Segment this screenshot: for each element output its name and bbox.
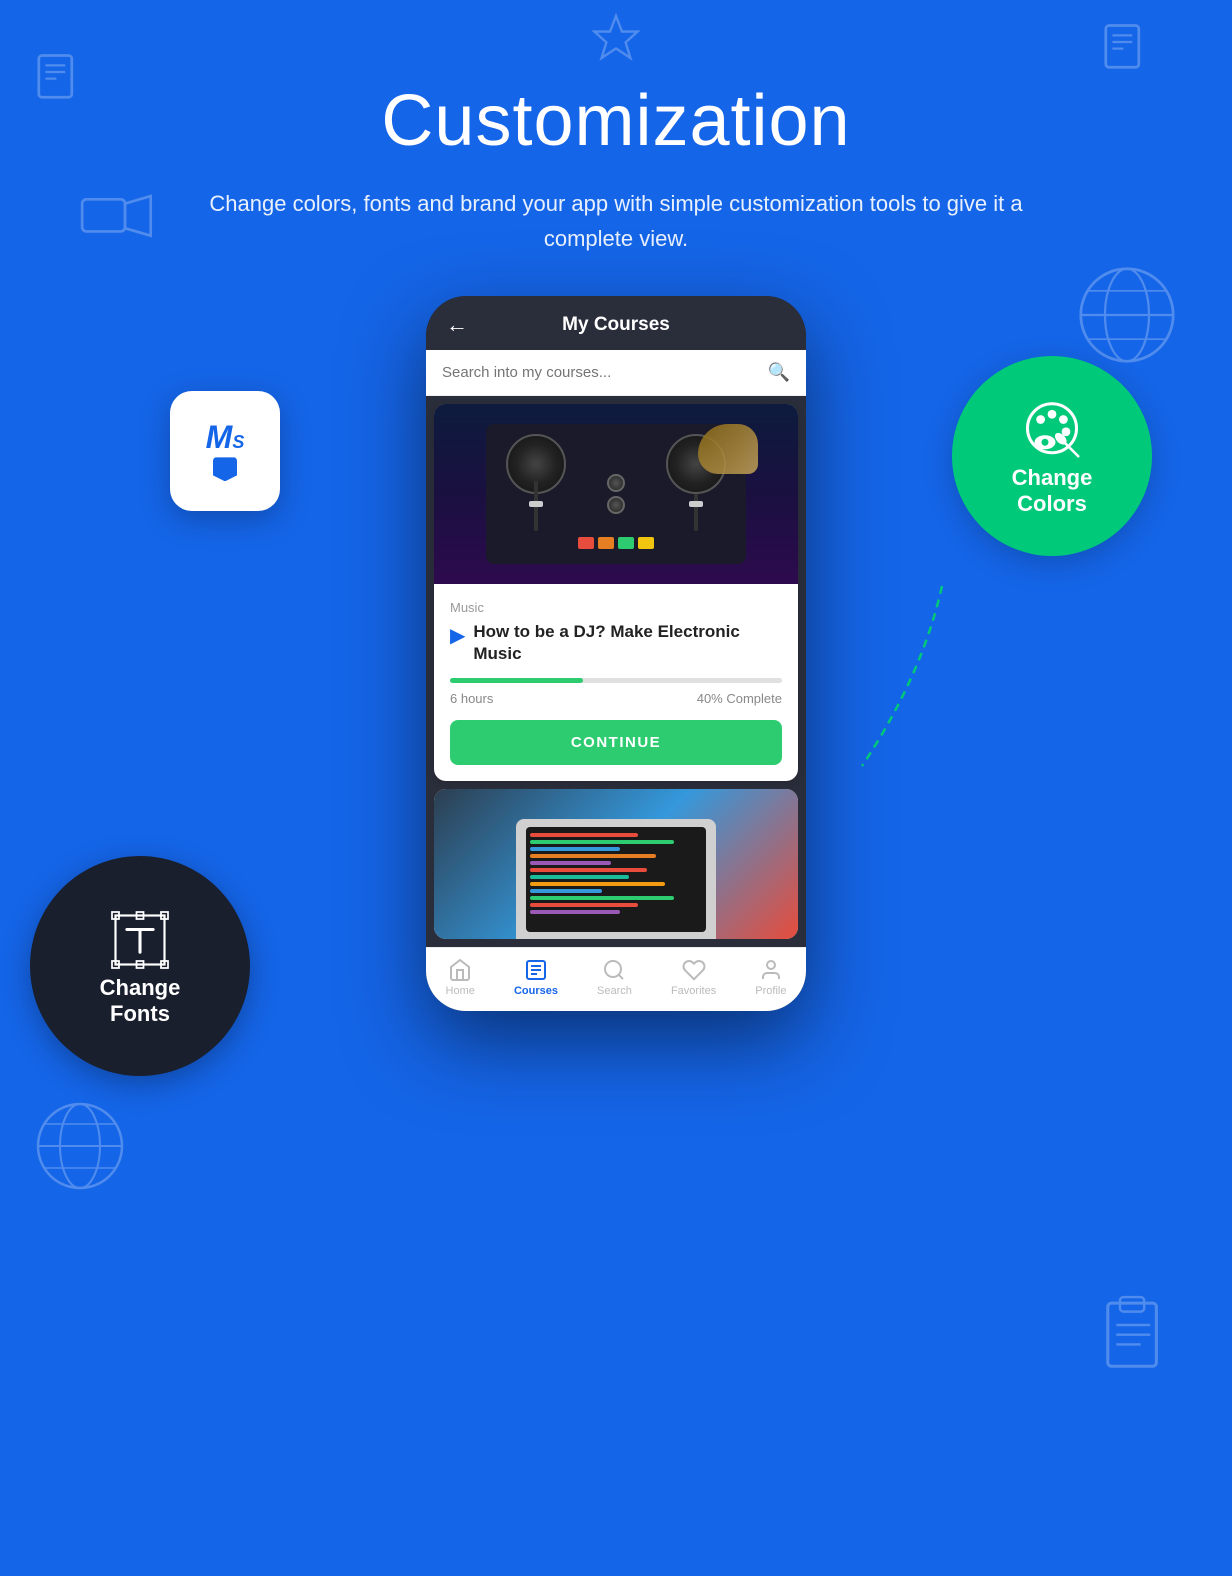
code-line bbox=[530, 861, 611, 865]
course-duration: 6 hours bbox=[450, 691, 493, 706]
mixer-btn-orange bbox=[598, 537, 614, 549]
code-line bbox=[530, 840, 674, 844]
header-section: Customization Change colors, fonts and b… bbox=[0, 0, 1232, 296]
page-title: Customization bbox=[200, 80, 1032, 162]
dashed-arrow bbox=[842, 576, 962, 776]
change-colors-circle: Change Colors bbox=[952, 356, 1152, 556]
mixer-knob-2 bbox=[607, 474, 625, 492]
mixer-knob-3 bbox=[607, 496, 625, 514]
nav-item-profile[interactable]: Profile bbox=[755, 958, 786, 997]
nav-item-search[interactable]: Search bbox=[597, 958, 632, 997]
code-line bbox=[530, 847, 620, 851]
code-line bbox=[530, 910, 620, 914]
dj-mixer-visual bbox=[434, 404, 798, 584]
change-fonts-circle: Change Fonts bbox=[30, 856, 250, 1076]
nav-label-search: Search bbox=[597, 985, 632, 997]
mixer-slider-1 bbox=[534, 481, 538, 531]
phone-screen-title: My Courses bbox=[562, 314, 670, 336]
page-subtitle: Change colors, fonts and brand your app … bbox=[200, 186, 1032, 256]
mixer-btn-green bbox=[618, 537, 634, 549]
courses-icon bbox=[524, 958, 548, 982]
phone-search-bar[interactable]: 🔍 bbox=[426, 350, 806, 396]
home-icon bbox=[448, 958, 472, 982]
app-icon-letter-m: M bbox=[206, 421, 233, 453]
back-button[interactable]: ← bbox=[446, 312, 468, 338]
nav-label-home: Home bbox=[446, 985, 475, 997]
change-colors-label: Change Colors bbox=[1012, 465, 1093, 518]
phone-mockup: ← My Courses 🔍 bbox=[426, 296, 806, 1010]
palette-icon bbox=[1017, 395, 1087, 465]
code-line bbox=[530, 875, 629, 879]
app-icon-card: M S bbox=[170, 391, 280, 511]
mixer-btn-yellow bbox=[638, 537, 654, 549]
course-name-1: How to be a DJ? Make Electronic Music bbox=[473, 621, 782, 665]
course-category-1: Music bbox=[450, 600, 782, 615]
laptop-image bbox=[434, 789, 798, 939]
code-line bbox=[530, 882, 665, 886]
course-name-row: ▶ How to be a DJ? Make Electronic Music bbox=[450, 621, 782, 665]
nav-label-favorites: Favorites bbox=[671, 985, 716, 997]
search-nav-icon bbox=[602, 958, 626, 982]
course-progress-label: 40% Complete bbox=[697, 691, 782, 706]
mixer-handle-1 bbox=[529, 501, 543, 507]
course-card-1: Music ▶ How to be a DJ? Make Electronic … bbox=[434, 404, 798, 780]
course-card-2 bbox=[434, 789, 798, 939]
dj-hand bbox=[698, 424, 758, 474]
course-info-1: Music ▶ How to be a DJ? Make Electronic … bbox=[434, 584, 798, 780]
profile-icon bbox=[759, 958, 783, 982]
search-input[interactable] bbox=[442, 364, 768, 381]
nav-label-courses: Courses bbox=[514, 985, 558, 997]
favorites-icon bbox=[682, 958, 706, 982]
code-line bbox=[530, 896, 674, 900]
mixer-buttons bbox=[578, 537, 654, 549]
bottom-navigation: Home Courses Search bbox=[426, 947, 806, 1011]
search-icon: 🔍 bbox=[768, 362, 790, 383]
mixer-handle-2 bbox=[689, 501, 703, 507]
progress-bar-fill bbox=[450, 678, 583, 683]
code-line bbox=[530, 833, 638, 837]
code-line bbox=[530, 868, 647, 872]
phone-header: ← My Courses bbox=[426, 296, 806, 350]
change-fonts-label: Change Fonts bbox=[100, 975, 181, 1028]
course-meta: 6 hours 40% Complete bbox=[450, 691, 782, 706]
code-line bbox=[530, 854, 656, 858]
content-area: M S ← My Courses 🔍 bbox=[0, 296, 1232, 1396]
code-line bbox=[530, 889, 602, 893]
play-arrow-icon: ▶ bbox=[450, 623, 465, 648]
phone-outer: ← My Courses 🔍 bbox=[426, 296, 806, 1010]
nav-item-favorites[interactable]: Favorites bbox=[671, 958, 716, 997]
course-image-dj bbox=[434, 404, 798, 584]
continue-button[interactable]: CONTINUE bbox=[450, 720, 782, 765]
nav-item-courses[interactable]: Courses bbox=[514, 958, 558, 997]
nav-item-home[interactable]: Home bbox=[446, 958, 475, 997]
progress-bar-container bbox=[450, 678, 782, 683]
laptop-screen bbox=[526, 827, 706, 932]
laptop-body bbox=[516, 819, 716, 939]
app-icon-letter-s: S bbox=[232, 432, 244, 453]
app-icon-badge bbox=[213, 457, 237, 481]
code-line bbox=[530, 903, 638, 907]
nav-label-profile: Profile bbox=[755, 985, 786, 997]
mixer-btn-red bbox=[578, 537, 594, 549]
typography-icon bbox=[105, 905, 175, 975]
